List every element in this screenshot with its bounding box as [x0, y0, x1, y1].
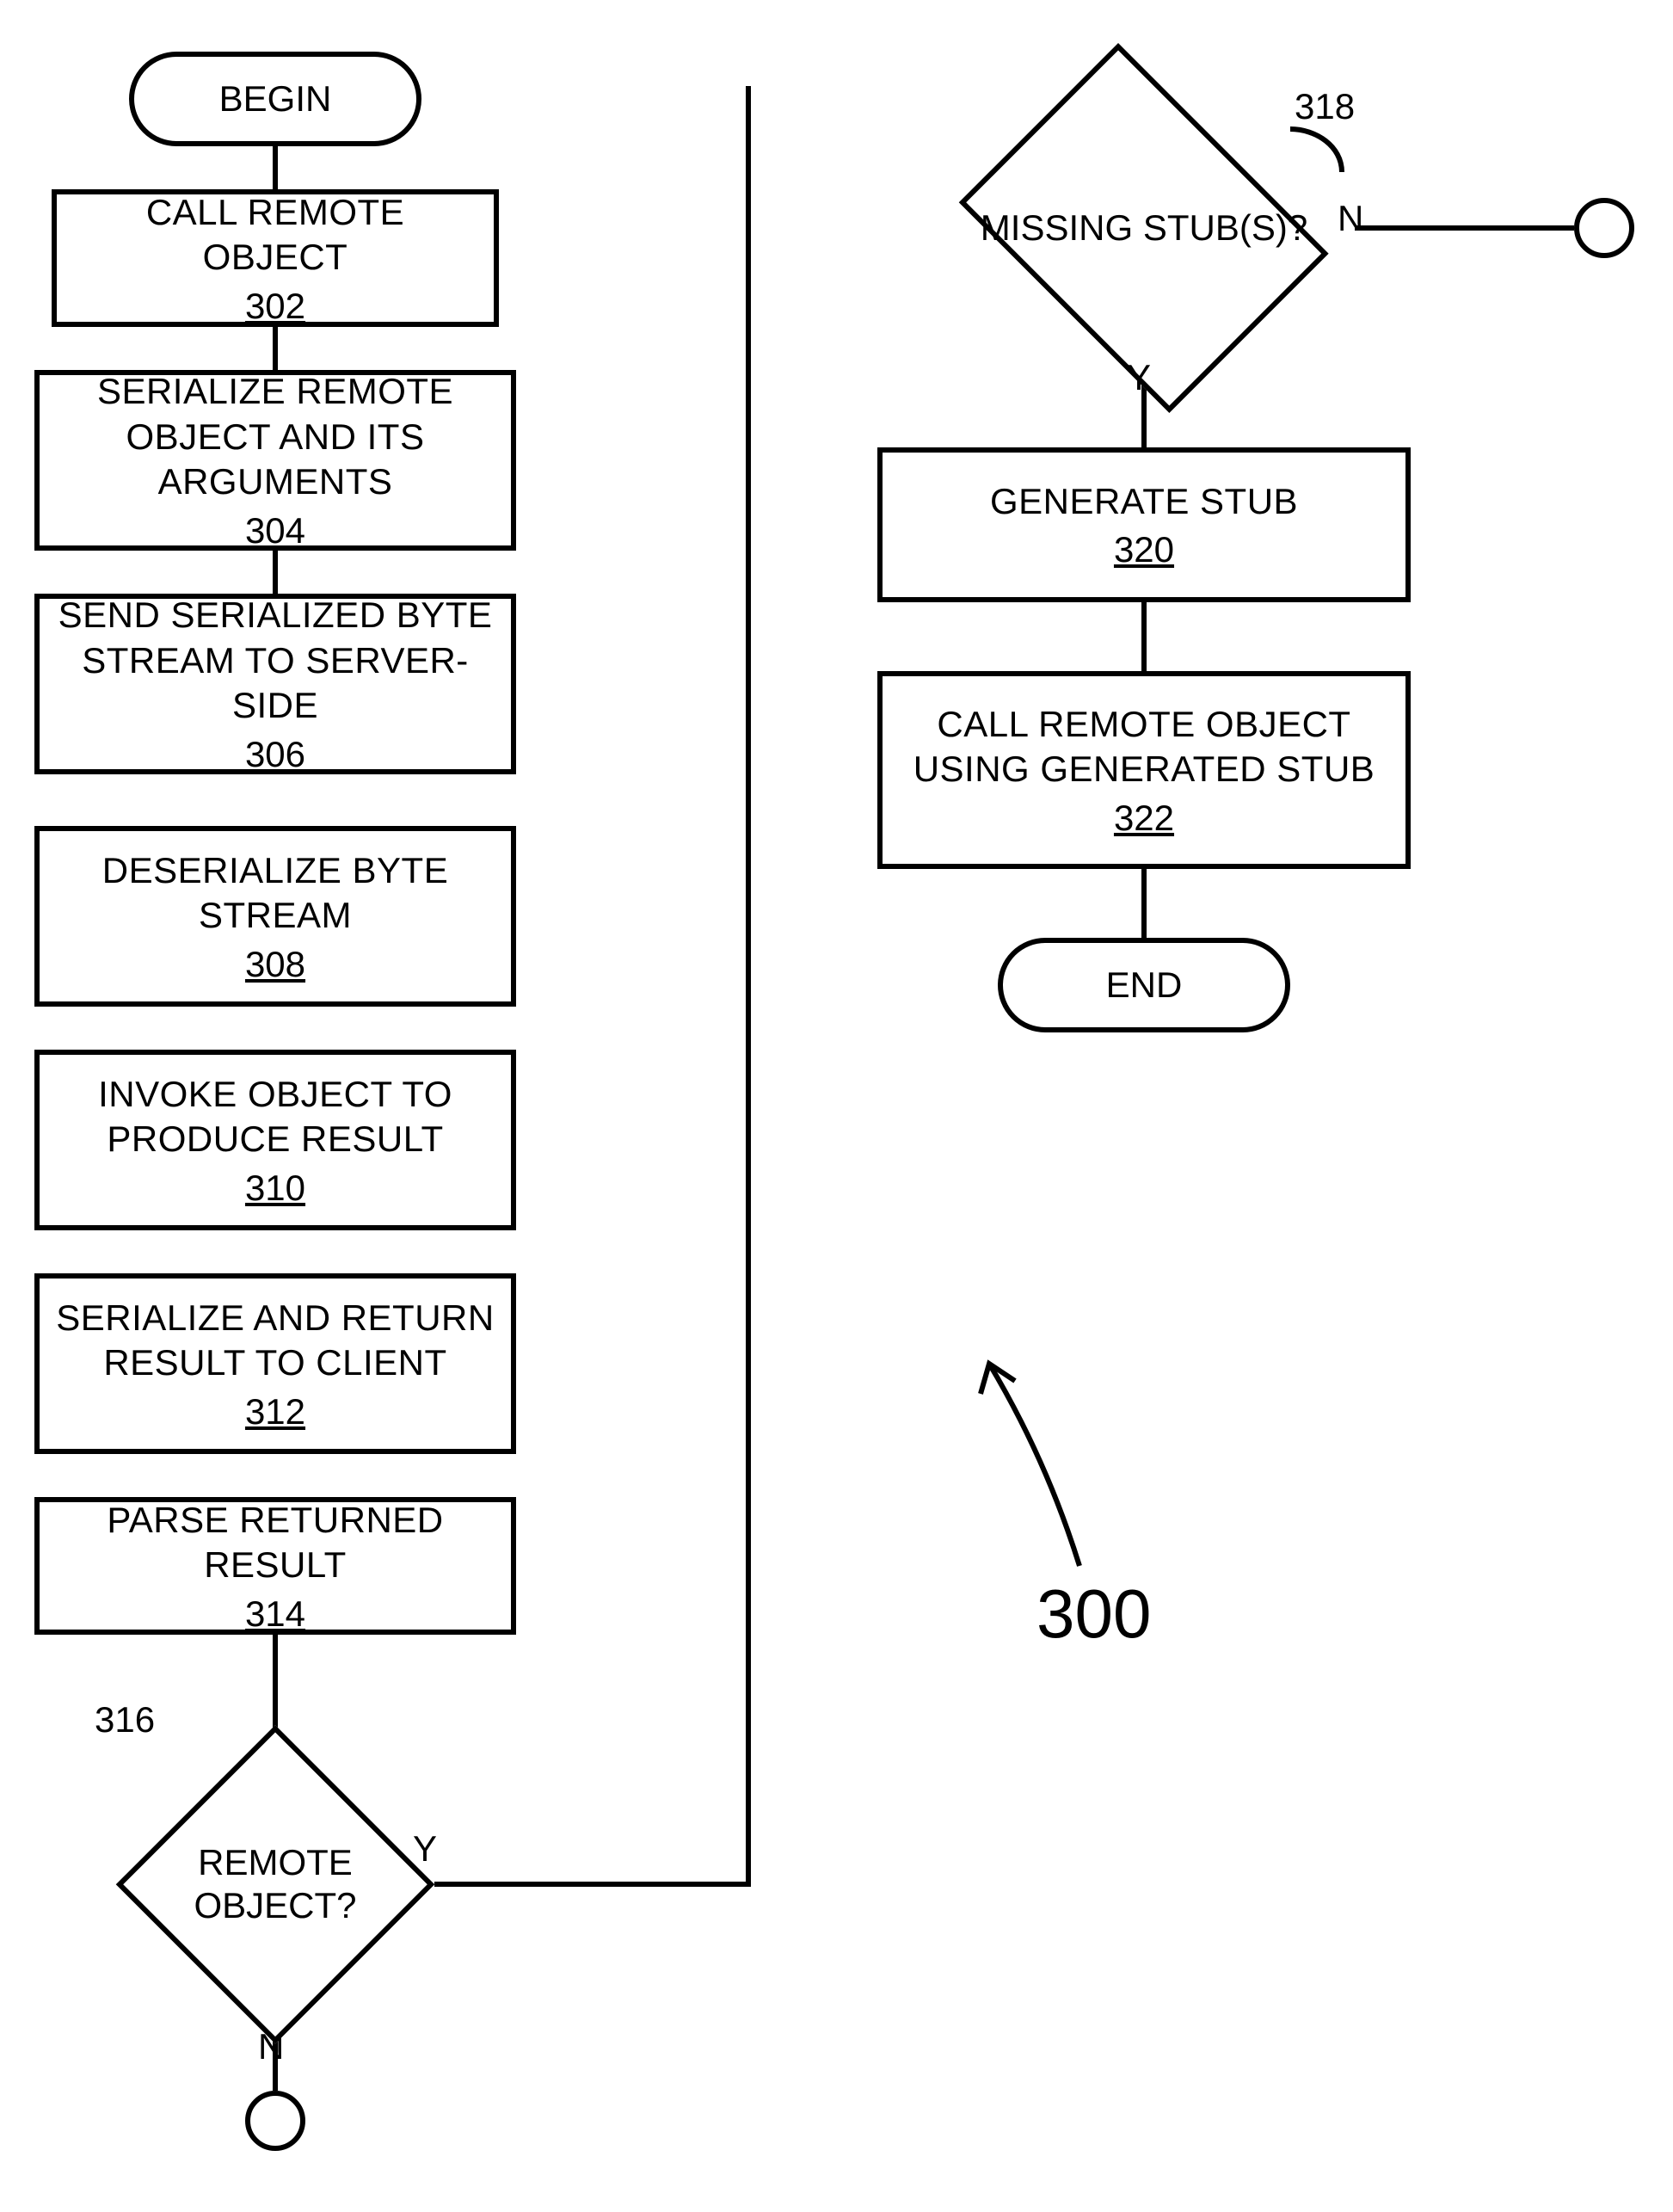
connector-circle-318n — [1574, 198, 1634, 258]
decision-316-ref: 316 — [95, 1699, 155, 1741]
process-306: SEND SERIALIZED BYTE STREAM TO SERVER-SI… — [34, 594, 516, 774]
process-320: GENERATE STUB 320 — [877, 447, 1411, 602]
process-312-text: SERIALIZE AND RETURN RESULT TO CLIENT — [53, 1296, 497, 1386]
process-302-ref: 302 — [245, 286, 305, 327]
figure-ref: 300 — [1036, 1574, 1151, 1654]
process-322-text: CALL REMOTE OBJECT USING GENERATED STUB — [896, 702, 1392, 792]
process-320-text: GENERATE STUB — [990, 479, 1298, 525]
terminator-begin-label: BEGIN — [219, 78, 332, 120]
process-314-ref: 314 — [245, 1593, 305, 1635]
process-304-ref: 304 — [245, 510, 305, 551]
decision-318: MISSING STUB(S)? — [933, 69, 1355, 387]
process-322: CALL REMOTE OBJECT USING GENERATED STUB … — [877, 671, 1411, 869]
flowchart-canvas: BEGIN CALL REMOTE OBJECT 302 SERIALIZE R… — [0, 0, 1673, 2212]
process-312-ref: 312 — [245, 1391, 305, 1433]
process-310-ref: 310 — [245, 1168, 305, 1209]
terminator-begin: BEGIN — [129, 52, 421, 146]
process-306-text: SEND SERIALIZED BYTE STREAM TO SERVER-SI… — [53, 593, 497, 729]
terminator-end: END — [998, 938, 1290, 1032]
process-308-ref: 308 — [245, 944, 305, 985]
process-310-text: INVOKE OBJECT TO PRODUCE RESULT — [53, 1072, 497, 1162]
process-308-text: DESERIALIZE BYTE STREAM — [53, 848, 497, 939]
connector-circle-316n — [245, 2091, 305, 2151]
decision-316-yes: Y — [413, 1828, 437, 1870]
terminator-end-label: END — [1106, 964, 1183, 1006]
process-308: DESERIALIZE BYTE STREAM 308 — [34, 826, 516, 1007]
decision-318-yes: Y — [1127, 357, 1151, 398]
process-302: CALL REMOTE OBJECT 302 — [52, 189, 499, 327]
process-314: PARSE RETURNED RESULT 314 — [34, 1497, 516, 1635]
process-304: SERIALIZE REMOTE OBJECT AND ITS ARGUMENT… — [34, 370, 516, 551]
process-306-ref: 306 — [245, 734, 305, 775]
process-322-ref: 322 — [1114, 798, 1174, 839]
process-304-text: SERIALIZE REMOTE OBJECT AND ITS ARGUMENT… — [53, 369, 497, 505]
decision-316: REMOTE OBJECT? — [116, 1725, 434, 2043]
process-314-text: PARSE RETURNED RESULT — [53, 1498, 497, 1588]
process-312: SERIALIZE AND RETURN RESULT TO CLIENT 31… — [34, 1273, 516, 1454]
process-310: INVOKE OBJECT TO PRODUCE RESULT 310 — [34, 1050, 516, 1230]
decision-318-no: N — [1338, 198, 1363, 239]
process-302-text: CALL REMOTE OBJECT — [71, 190, 480, 280]
process-320-ref: 320 — [1114, 529, 1174, 570]
decision-316-no: N — [258, 2026, 284, 2067]
decision-318-ref: 318 — [1295, 86, 1355, 127]
